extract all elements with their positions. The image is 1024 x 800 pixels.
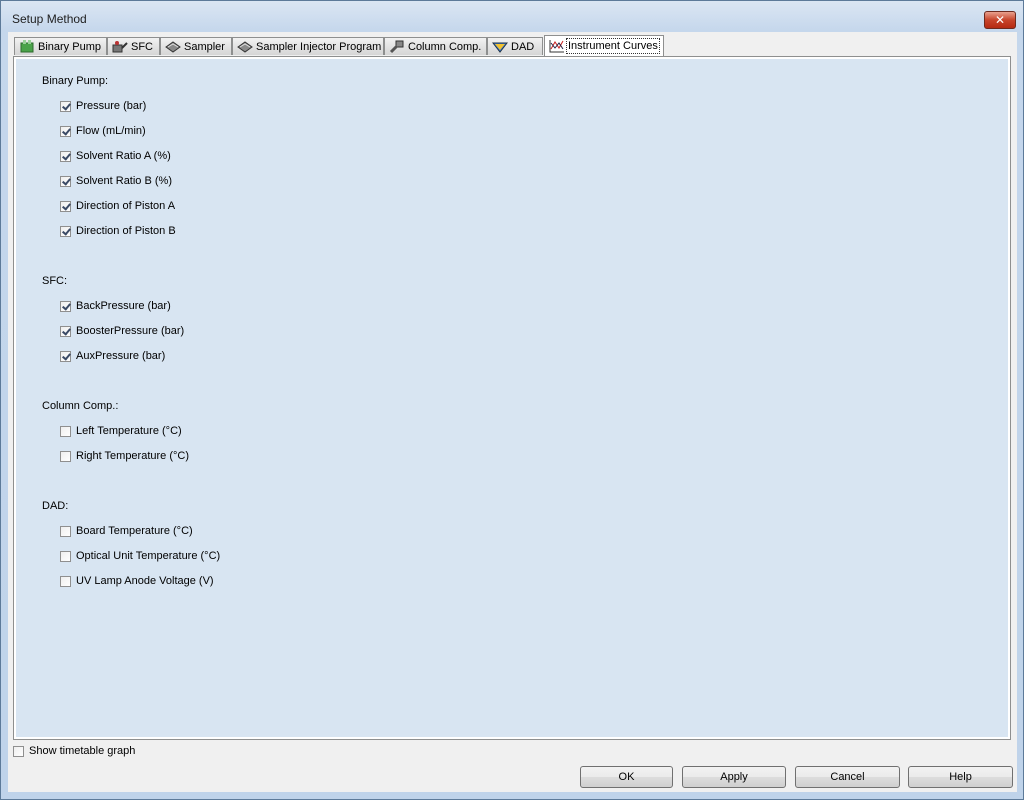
checkbox-box[interactable] [60,300,71,312]
checkbox-box[interactable] [60,325,71,337]
tab-label: Sampler Injector Program [256,40,382,53]
sampler-injector-icon [237,40,253,54]
tab-dad[interactable]: DAD [487,37,543,55]
tab-label: DAD [511,40,535,53]
checkbox-boosterpressure[interactable]: BoosterPressure (bar) [60,325,184,337]
checkbox-label: BoosterPressure (bar) [76,325,185,337]
checkbox-direction-piston-a[interactable]: Direction of Piston A [60,200,175,212]
setup-method-window: Setup Method ✕ Binary Pump SFC Sampler S… [0,0,1024,800]
tab-sfc[interactable]: SFC [107,37,160,55]
tab-sampler[interactable]: Sampler [160,37,232,55]
checkbox-label: Flow (mL/min) [76,125,146,137]
checkbox-box[interactable] [60,575,71,587]
checkbox-box[interactable] [60,200,71,212]
checkbox-pressure[interactable]: Pressure (bar) [60,100,146,112]
checkbox-box[interactable] [60,125,71,137]
group-title-sfc: SFC: [42,275,68,287]
checkbox-box[interactable] [60,525,71,537]
binary-pump-icon [19,39,35,54]
checkbox-label: Left Temperature (°C) [76,425,182,437]
checkbox-label: Direction of Piston A [76,200,176,212]
cancel-button[interactable]: Cancel [795,766,900,788]
checkbox-label: Direction of Piston B [76,225,176,237]
sampler-icon [165,40,181,54]
checkbox-left-temperature[interactable]: Left Temperature (°C) [60,425,182,437]
show-timetable-graph-checkbox[interactable]: Show timetable graph [13,745,135,757]
checkbox-label: Pressure (bar) [76,100,147,112]
checkbox-box[interactable] [60,100,71,112]
checkbox-optical-unit-temperature[interactable]: Optical Unit Temperature (°C) [60,550,220,562]
dialog-client-area: Binary Pump SFC Sampler Sampler Injector… [8,32,1017,792]
tab-binary-pump[interactable]: Binary Pump [14,37,107,55]
checkbox-board-temperature[interactable]: Board Temperature (°C) [60,525,193,537]
dad-icon [491,40,509,54]
checkbox-label: Solvent Ratio A (%) [76,150,171,162]
checkbox-auxpressure[interactable]: AuxPressure (bar) [60,350,165,362]
checkbox-label: Right Temperature (°C) [76,450,190,462]
window-title: Setup Method [12,12,87,26]
tab-label: Column Comp. [408,40,482,53]
panel-background: Binary Pump: Pressure (bar) Flow (mL/min… [16,59,1008,737]
checkbox-right-temperature[interactable]: Right Temperature (°C) [60,450,189,462]
checkbox-label: Optical Unit Temperature (°C) [76,550,221,562]
tab-instrument-curves[interactable]: Instrument Curves [544,35,664,56]
checkbox-uv-lamp-anode-voltage[interactable]: UV Lamp Anode Voltage (V) [60,575,214,587]
column-comp-icon [389,40,405,54]
checkbox-solvent-ratio-b[interactable]: Solvent Ratio B (%) [60,175,172,187]
instrument-curves-panel: Binary Pump: Pressure (bar) Flow (mL/min… [13,56,1011,740]
checkbox-label: Board Temperature (°C) [76,525,193,537]
checkbox-box[interactable] [60,550,71,562]
checkbox-label: UV Lamp Anode Voltage (V) [76,575,214,587]
apply-button[interactable]: Apply [682,766,786,788]
close-button[interactable]: ✕ [984,11,1016,29]
checkbox-box[interactable] [60,225,71,237]
tab-label: Sampler [184,40,225,53]
checkbox-label: Show timetable graph [29,745,136,757]
checkbox-label: Solvent Ratio B (%) [76,175,172,187]
instrument-curves-icon [549,39,565,53]
checkbox-label: BackPressure (bar) [76,300,171,312]
ok-button[interactable]: OK [580,766,673,788]
group-title-column-comp: Column Comp.: [42,400,119,412]
sfc-icon [112,40,128,54]
checkbox-direction-piston-b[interactable]: Direction of Piston B [60,225,176,237]
tab-label: Instrument Curves [566,38,660,54]
group-title-binary-pump: Binary Pump: [42,75,109,87]
checkbox-solvent-ratio-a[interactable]: Solvent Ratio A (%) [60,150,171,162]
checkbox-box[interactable] [13,745,24,757]
checkbox-box[interactable] [60,425,71,437]
checkbox-flow[interactable]: Flow (mL/min) [60,125,146,137]
help-button[interactable]: Help [908,766,1013,788]
checkbox-box[interactable] [60,450,71,462]
checkbox-label: AuxPressure (bar) [76,350,166,362]
checkbox-box[interactable] [60,175,71,187]
tab-column-comp[interactable]: Column Comp. [384,37,487,55]
tab-label: SFC [131,40,153,53]
checkbox-box[interactable] [60,350,71,362]
group-title-dad: DAD: [42,500,69,512]
tab-label: Binary Pump [38,40,101,53]
checkbox-box[interactable] [60,150,71,162]
checkbox-backpressure[interactable]: BackPressure (bar) [60,300,171,312]
tab-sampler-injector-program[interactable]: Sampler Injector Program [232,37,384,55]
